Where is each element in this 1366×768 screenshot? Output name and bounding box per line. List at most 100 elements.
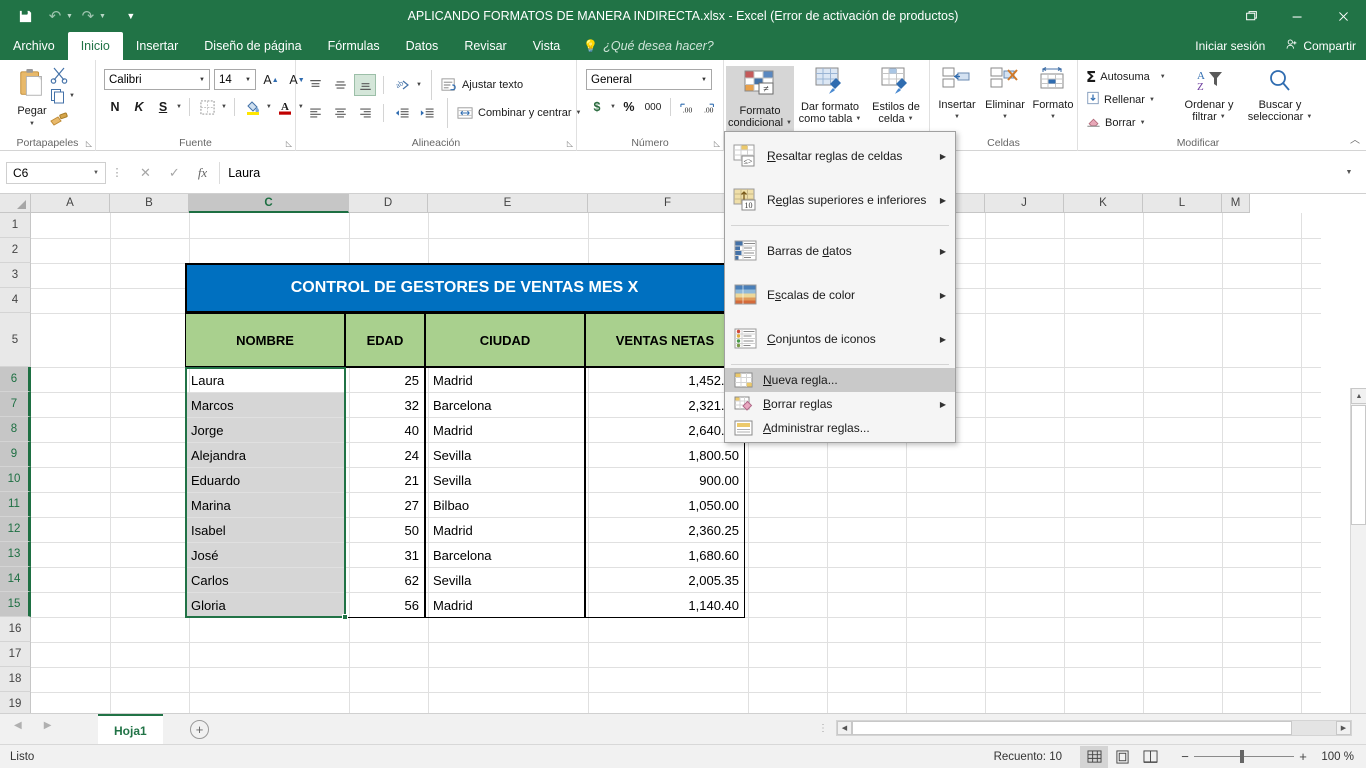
- format-cells-dropdown-icon[interactable]: ▼: [1050, 111, 1056, 123]
- cell-C13[interactable]: José: [187, 543, 344, 567]
- cut-button[interactable]: [50, 66, 68, 89]
- scroll-up-icon[interactable]: ▲: [1351, 388, 1366, 404]
- vertical-scrollbar[interactable]: ▲ ▼: [1350, 388, 1366, 768]
- cell-C11[interactable]: Marina: [187, 493, 344, 517]
- column-header-C[interactable]: C: [189, 194, 349, 213]
- menu-item-nueva-regla[interactable]: Nueva regla...: [725, 368, 955, 392]
- cell-E12[interactable]: Madrid: [429, 518, 585, 542]
- normal-view-icon[interactable]: [1080, 745, 1108, 768]
- zoom-slider-thumb[interactable]: [1240, 750, 1244, 763]
- cell-C12[interactable]: Isabel: [187, 518, 344, 542]
- menu-item-resaltar-reglas-de-celdas[interactable]: ≤> Resaltar reglas de celdas ▶: [725, 134, 955, 178]
- cell-D15[interactable]: 56: [349, 593, 423, 617]
- previous-sheet-icon[interactable]: ◀: [14, 720, 22, 731]
- tell-me-box[interactable]: 💡 ¿Qué desea hacer?: [573, 32, 723, 60]
- delete-cells-dropdown-icon[interactable]: ▼: [1002, 111, 1008, 123]
- insert-cells-button[interactable]: Insertar ▼: [934, 66, 980, 123]
- font-name-combo[interactable]: Calibri ▼: [104, 69, 210, 90]
- table-header-edad[interactable]: EDAD: [345, 313, 425, 367]
- zoom-in-button[interactable]: +: [1294, 749, 1312, 764]
- menu-item-conjuntos-de-iconos[interactable]: Conjuntos de iconos ▶: [725, 317, 955, 361]
- row-header-15[interactable]: 15: [0, 592, 31, 617]
- column-header-E[interactable]: E: [428, 194, 588, 213]
- cell-F11[interactable]: 1,050.00: [589, 493, 743, 517]
- format-cells-button[interactable]: Formato ▼: [1030, 66, 1076, 123]
- cell-E13[interactable]: Barcelona: [429, 543, 585, 567]
- cell-C10[interactable]: Eduardo: [187, 468, 344, 492]
- horizontal-scrollbar[interactable]: ◀ ▶: [836, 720, 1352, 736]
- currency-dropdown-icon[interactable]: ▼: [610, 104, 616, 110]
- page-break-icon[interactable]: [1136, 746, 1164, 768]
- format-as-table-dropdown-icon[interactable]: ▼: [855, 113, 861, 125]
- horizontal-scroll-track[interactable]: [852, 721, 1336, 735]
- cell-D6[interactable]: 25: [349, 368, 423, 392]
- find-select-button[interactable]: Buscar y seleccionar ▼: [1244, 68, 1316, 123]
- font-name-chevron-down-icon[interactable]: ▼: [199, 77, 205, 83]
- cell-E10[interactable]: Sevilla: [429, 468, 585, 492]
- row-header-11[interactable]: 11: [0, 492, 31, 517]
- cell-D10[interactable]: 21: [349, 468, 423, 492]
- page-layout-icon[interactable]: [1108, 746, 1136, 768]
- cell-F9[interactable]: 1,800.50: [589, 443, 743, 467]
- cell-F14[interactable]: 2,005.35: [589, 568, 743, 592]
- column-header-B[interactable]: B: [110, 194, 189, 213]
- name-box[interactable]: C6 ▼: [6, 161, 106, 184]
- cell-E8[interactable]: Madrid: [429, 418, 585, 442]
- copy-dropdown-icon[interactable]: ▼: [69, 93, 75, 99]
- cell-D9[interactable]: 24: [349, 443, 423, 467]
- column-header-J[interactable]: J: [985, 194, 1064, 213]
- merge-center-button[interactable]: Combinar y centrar ▼: [457, 105, 582, 121]
- italic-button[interactable]: K: [128, 96, 150, 118]
- tab-insertar[interactable]: Insertar: [123, 32, 191, 60]
- cell-E7[interactable]: Barcelona: [429, 393, 585, 417]
- paste-dropdown-icon[interactable]: ▼: [29, 118, 35, 130]
- row-header-5[interactable]: 5: [0, 313, 31, 367]
- cell-D7[interactable]: 32: [349, 393, 423, 417]
- name-box-chevron-down-icon[interactable]: ▼: [93, 170, 99, 176]
- scroll-left-icon[interactable]: ◀: [837, 721, 852, 735]
- font-color-button[interactable]: A: [274, 96, 296, 118]
- number-format-combo[interactable]: General ▼: [586, 69, 712, 90]
- menu-item-borrar-reglas[interactable]: Borrar reglas ▶: [725, 392, 955, 416]
- font-size-combo[interactable]: 14 ▼: [214, 69, 256, 90]
- fill-color-dropdown-icon[interactable]: ▼: [266, 104, 272, 110]
- fill-color-button[interactable]: [242, 96, 264, 118]
- menu-item-administrar-reglas[interactable]: Administrar reglas...: [725, 416, 955, 440]
- cell-C7[interactable]: Marcos: [187, 393, 344, 417]
- sort-filter-dropdown-icon[interactable]: ▼: [1220, 111, 1226, 123]
- numero-dialog-launcher[interactable]: ◺: [714, 139, 720, 148]
- column-header-D[interactable]: D: [349, 194, 428, 213]
- decrease-indent-icon[interactable]: [391, 102, 413, 124]
- increase-font-size-icon[interactable]: A ▲: [260, 69, 282, 91]
- minimize-icon[interactable]: [1274, 0, 1320, 32]
- cell-E15[interactable]: Madrid: [429, 593, 585, 617]
- sort-filter-button[interactable]: A Z Ordenar y filtrar ▼: [1178, 68, 1240, 123]
- alineacion-dialog-launcher[interactable]: ◺: [567, 139, 573, 148]
- zoom-control[interactable]: − +: [1176, 749, 1312, 764]
- delete-cells-button[interactable]: Eliminar ▼: [982, 66, 1028, 123]
- tab-inicio[interactable]: Inicio: [67, 32, 123, 60]
- cell-C9[interactable]: Alejandra: [187, 443, 344, 467]
- wrap-text-button[interactable]: Ajustar texto: [441, 77, 523, 93]
- fill-button[interactable]: Rellenar ▼: [1086, 91, 1155, 108]
- row-header-9[interactable]: 9: [0, 442, 31, 467]
- decrease-decimal-icon[interactable]: .00: [701, 96, 723, 118]
- row-header-6[interactable]: 6: [0, 367, 31, 392]
- format-painter-button[interactable]: [50, 110, 68, 131]
- menu-item-barras-de-datos[interactable]: Barras de datos ▶: [725, 229, 955, 273]
- cell-E11[interactable]: Bilbao: [429, 493, 585, 517]
- cell-C15[interactable]: Gloria: [187, 593, 344, 617]
- autosum-dropdown-icon[interactable]: ▼: [1160, 74, 1166, 80]
- row-header-13[interactable]: 13: [0, 542, 31, 567]
- row-header-7[interactable]: 7: [0, 392, 31, 417]
- zoom-slider-track[interactable]: [1194, 750, 1294, 763]
- align-right-icon[interactable]: [354, 102, 376, 124]
- clear-dropdown-icon[interactable]: ▼: [1140, 120, 1146, 126]
- table-header-ciudad[interactable]: CIUDAD: [425, 313, 585, 367]
- tab-formulas[interactable]: Fórmulas: [315, 32, 393, 60]
- zoom-out-button[interactable]: −: [1176, 749, 1194, 764]
- increase-decimal-icon[interactable]: .00: [677, 96, 699, 118]
- cancel-icon[interactable]: ✕: [140, 165, 151, 181]
- tab-vista[interactable]: Vista: [520, 32, 574, 60]
- sign-in-button[interactable]: Iniciar sesión: [1185, 39, 1275, 53]
